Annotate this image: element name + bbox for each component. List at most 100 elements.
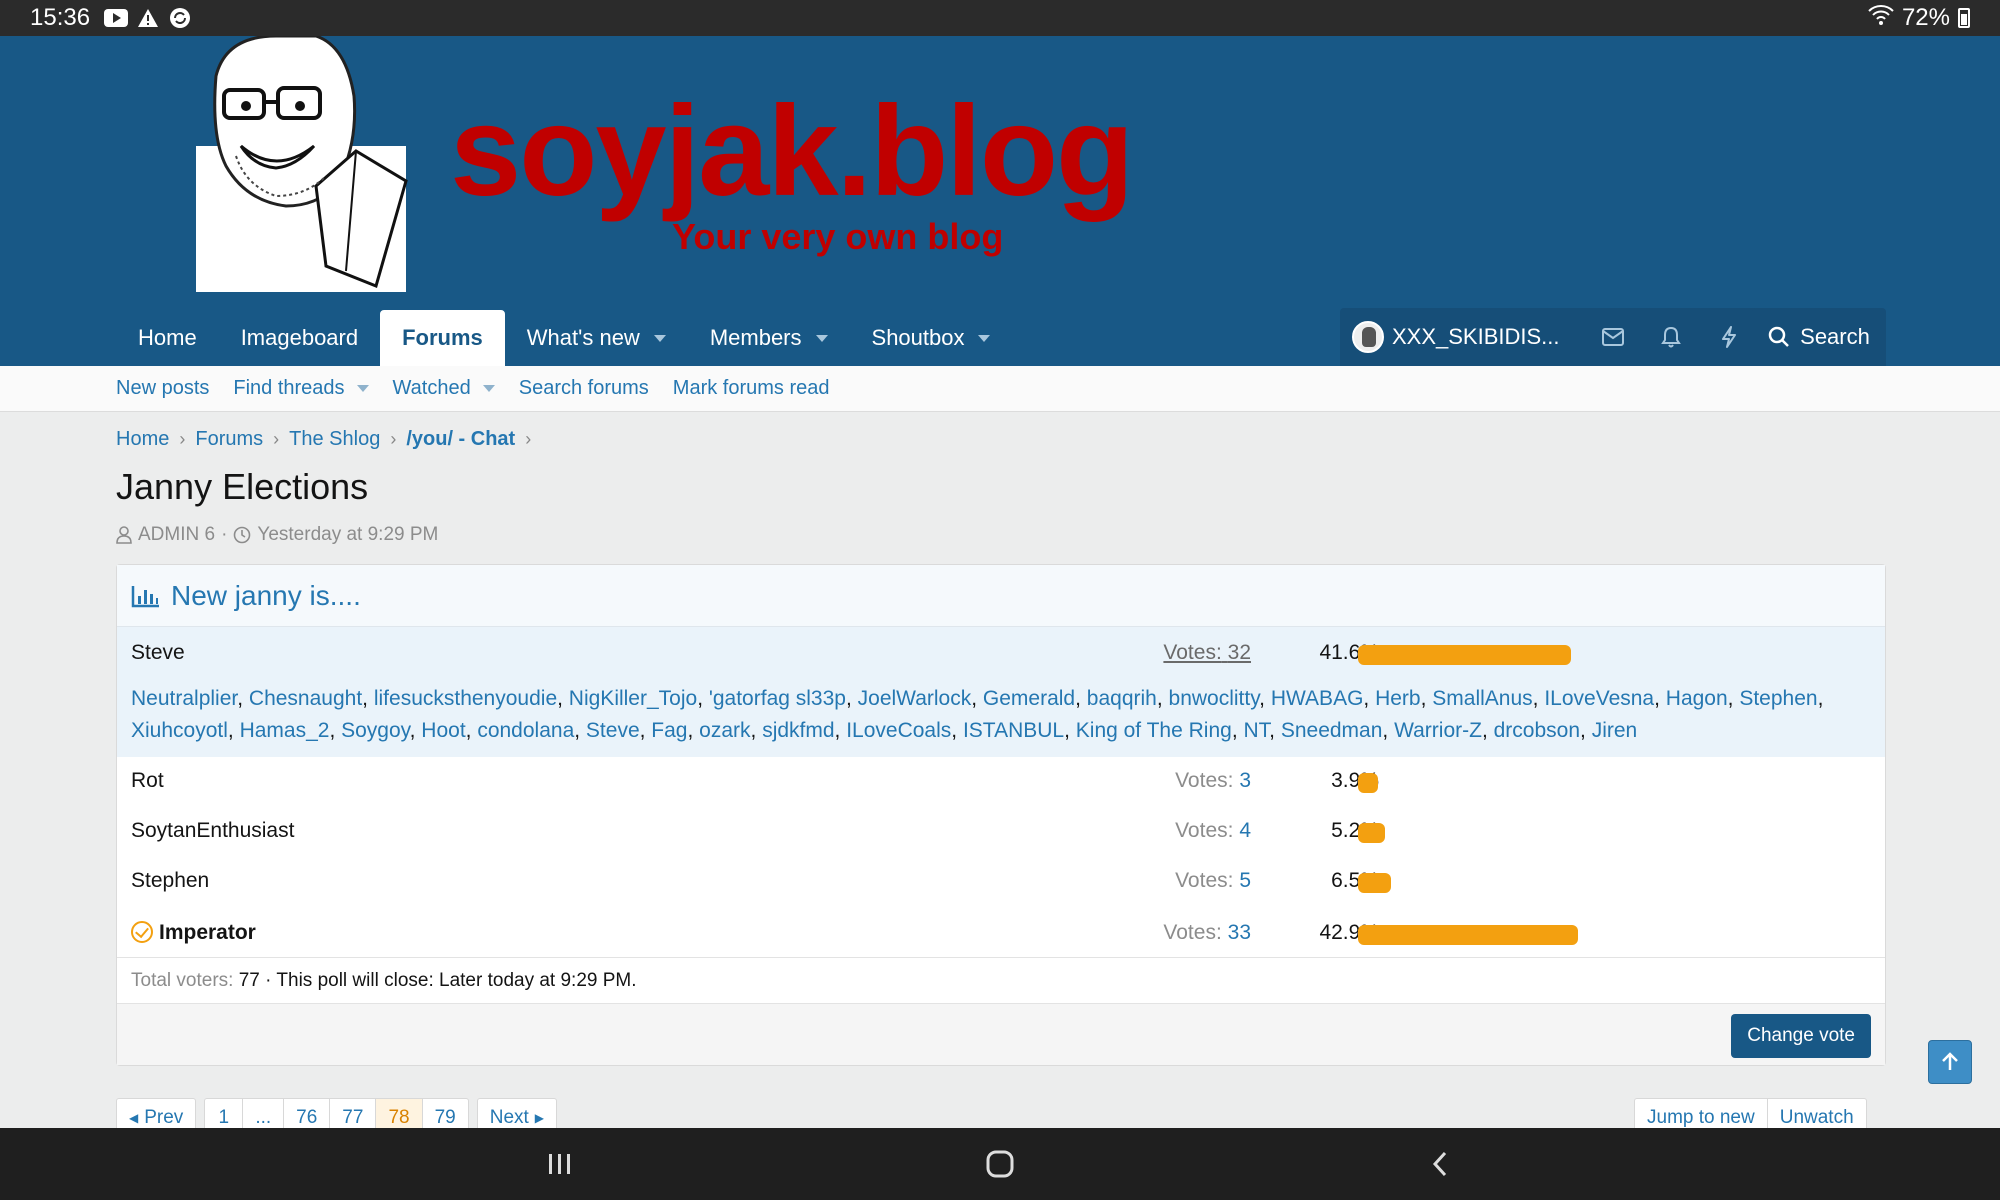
- voter-link[interactable]: HWABAG: [1271, 687, 1364, 710]
- subnav-new-posts[interactable]: New posts: [116, 377, 209, 400]
- voter-link[interactable]: 'gatorfag sl33p: [709, 687, 846, 710]
- voter-link[interactable]: Sneedman: [1281, 719, 1383, 742]
- search-button[interactable]: Search: [1752, 308, 1886, 366]
- voter-link[interactable]: Fag: [651, 719, 687, 742]
- nav-tab-label: Forums: [402, 325, 483, 350]
- bolt-icon: [1721, 326, 1736, 348]
- chevron-down-icon[interactable]: [815, 334, 828, 342]
- voter-link[interactable]: ISTANBUL: [963, 719, 1064, 742]
- voter-link[interactable]: Gemerald: [983, 687, 1075, 710]
- nav-tab-members[interactable]: Members: [688, 310, 850, 366]
- nav-tab-imageboard[interactable]: Imageboard: [219, 310, 380, 366]
- voter-link[interactable]: SmallAnus: [1432, 687, 1532, 710]
- soyjak-logo-image[interactable]: [196, 34, 436, 292]
- chevron-right-icon: ›: [525, 429, 532, 449]
- nav-tab-home[interactable]: Home: [116, 310, 219, 366]
- poll-option-bar: [1358, 823, 1385, 843]
- thread-author[interactable]: ADMIN 6: [138, 524, 215, 546]
- back-button[interactable]: [1418, 1144, 1462, 1184]
- voter-separator: ,: [845, 687, 858, 710]
- voter-link[interactable]: lifesucksthenyoudie: [374, 687, 557, 710]
- alerts-button[interactable]: [1642, 308, 1700, 366]
- poll-block: New janny is.... Steve Votes: 32 41.6% N…: [116, 564, 1886, 1066]
- poll-option-votes[interactable]: Votes: 4: [1175, 819, 1251, 843]
- voter-link[interactable]: JoelWarlock: [858, 687, 972, 710]
- wifi-icon: [1868, 4, 1894, 32]
- status-bar: 15:36 72%: [0, 0, 2000, 36]
- voter-link[interactable]: bnwoclitty: [1169, 687, 1260, 710]
- chevron-down-icon[interactable]: [356, 385, 369, 392]
- voter-link[interactable]: Herb: [1375, 687, 1421, 710]
- voter-link[interactable]: Soygoy: [341, 719, 410, 742]
- subnav-find-threads[interactable]: Find threads: [233, 377, 369, 400]
- voter-link[interactable]: ozark: [699, 719, 750, 742]
- voter-link[interactable]: sjdkfmd: [762, 719, 834, 742]
- voter-link[interactable]: NT: [1243, 719, 1269, 742]
- subnav-watched[interactable]: Watched: [393, 377, 495, 400]
- voter-link[interactable]: Xiuhcoyotl: [131, 719, 228, 742]
- nav-tab-shoutbox[interactable]: Shoutbox: [850, 310, 1013, 366]
- poll-footer: Total voters: 77 · This poll will close:…: [117, 957, 1885, 1003]
- voter-separator: ,: [1382, 719, 1395, 742]
- voter-link[interactable]: condolana: [477, 719, 574, 742]
- poll-question: New janny is....: [171, 579, 361, 611]
- voter-separator: ,: [409, 719, 422, 742]
- breadcrumb-you-chat[interactable]: /you/ - Chat: [406, 428, 515, 451]
- change-vote-button[interactable]: Change vote: [1731, 1014, 1871, 1058]
- sync-icon: [168, 7, 192, 29]
- bar-chart-icon: [131, 585, 159, 607]
- home-button[interactable]: [978, 1144, 1022, 1184]
- voter-link[interactable]: Stephen: [1739, 687, 1817, 710]
- thread-date[interactable]: Yesterday at 9:29 PM: [257, 524, 438, 546]
- chevron-down-icon[interactable]: [482, 385, 495, 392]
- nav-tab-whats-new[interactable]: What's new: [505, 310, 688, 366]
- voter-link[interactable]: baqqrih: [1087, 687, 1157, 710]
- voter-link[interactable]: ILoveCoals: [846, 719, 951, 742]
- subnav-label: Find threads: [233, 377, 345, 399]
- whats-new-button[interactable]: [1700, 308, 1758, 366]
- scroll-to-top-button[interactable]: [1928, 1040, 1972, 1084]
- caret-left-icon: ◀: [129, 1111, 139, 1125]
- poll-option-votes[interactable]: Votes: 32: [1163, 641, 1251, 665]
- voter-link[interactable]: Hoot: [421, 719, 465, 742]
- warning-icon: [136, 7, 160, 29]
- subnav-mark-forums-read[interactable]: Mark forums read: [673, 377, 830, 400]
- poll-option-row: Rot Votes: 3 3.9%: [117, 757, 1885, 807]
- subnav-search-forums[interactable]: Search forums: [519, 377, 649, 400]
- voter-separator: ,: [237, 687, 249, 710]
- poll-option-votes[interactable]: Votes: 5: [1175, 869, 1251, 893]
- voter-separator: ,: [574, 719, 586, 742]
- voter-link[interactable]: Hagon: [1666, 687, 1728, 710]
- voter-link[interactable]: Hamas_2: [240, 719, 330, 742]
- breadcrumb-home[interactable]: Home: [116, 428, 169, 451]
- breadcrumb-forums[interactable]: Forums: [195, 428, 263, 451]
- status-time: 15:36: [30, 4, 91, 31]
- bell-icon: [1660, 326, 1681, 348]
- site-logo-title[interactable]: soyjak.blog: [450, 88, 1134, 216]
- sub-nav: New posts Find threads Watched Search fo…: [0, 366, 2000, 412]
- nav-tab-forums[interactable]: Forums: [380, 310, 505, 366]
- voter-link[interactable]: Steve: [586, 719, 640, 742]
- voter-link[interactable]: Chesnaught: [249, 687, 362, 710]
- voter-link[interactable]: Neutralplier: [131, 687, 237, 710]
- voter-link[interactable]: ILoveVesna: [1544, 687, 1654, 710]
- account-username[interactable]: XXX_SKIBIDIS...: [1392, 324, 1560, 350]
- voter-separator: ,: [1259, 687, 1271, 710]
- site-header: soyjak.blog Your very own blog Home Imag…: [0, 34, 2000, 366]
- chevron-down-icon[interactable]: [978, 334, 991, 342]
- voter-link[interactable]: NigKiller_Tojo: [569, 687, 697, 710]
- voter-link[interactable]: Warrior-Z: [1394, 719, 1482, 742]
- breadcrumb-the-shlog[interactable]: The Shlog: [289, 428, 380, 451]
- poll-header: New janny is....: [117, 565, 1885, 627]
- votes-count: 33: [1227, 921, 1251, 944]
- voter-link[interactable]: drcobson: [1494, 719, 1580, 742]
- poll-option-votes[interactable]: Votes: 3: [1175, 769, 1251, 793]
- voter-link[interactable]: King of The Ring: [1076, 719, 1232, 742]
- voter-link[interactable]: Jiren: [1592, 719, 1638, 742]
- poll-option-votes[interactable]: Votes: 33: [1163, 921, 1251, 945]
- recent-apps-button[interactable]: [538, 1144, 582, 1184]
- chevron-down-icon[interactable]: [653, 334, 666, 342]
- poll-option-name: Stephen: [131, 869, 210, 892]
- inbox-button[interactable]: [1584, 308, 1642, 366]
- avatar[interactable]: [1352, 321, 1384, 353]
